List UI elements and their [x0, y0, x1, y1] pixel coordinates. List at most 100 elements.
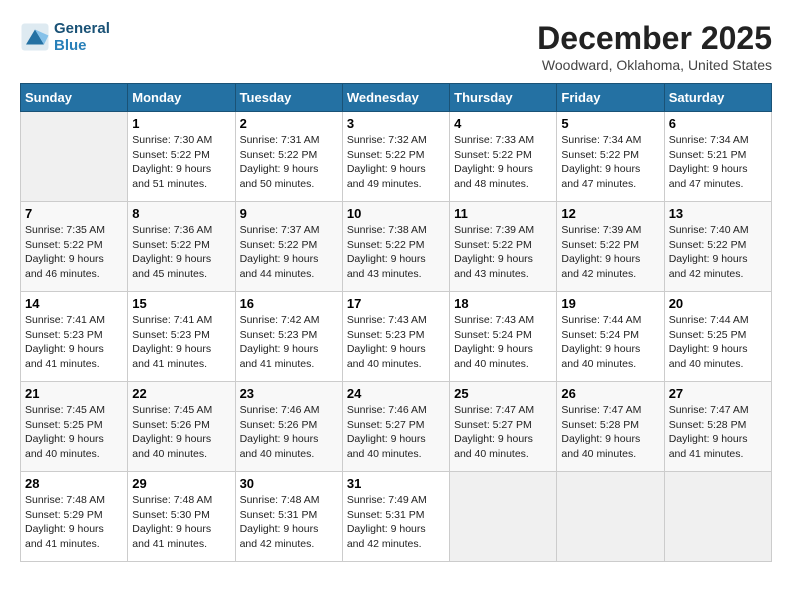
day-info: Sunrise: 7:48 AMSunset: 5:29 PMDaylight:…	[25, 493, 123, 552]
day-number: 2	[240, 116, 338, 131]
calendar-cell: 4Sunrise: 7:33 AMSunset: 5:22 PMDaylight…	[450, 112, 557, 202]
day-info: Sunrise: 7:40 AMSunset: 5:22 PMDaylight:…	[669, 223, 767, 282]
calendar-cell: 13Sunrise: 7:40 AMSunset: 5:22 PMDayligh…	[664, 202, 771, 292]
day-info: Sunrise: 7:48 AMSunset: 5:30 PMDaylight:…	[132, 493, 230, 552]
day-number: 23	[240, 386, 338, 401]
calendar-week-3: 14 Sunrise: 7:41 AMSunset: 5:23 PMDayligh…	[21, 292, 772, 382]
page-header: General Blue December 2025 Woodward, Okl…	[20, 20, 772, 73]
calendar-cell: 7 Sunrise: 7:35 AMSunset: 5:22 PMDaylight…	[21, 202, 128, 292]
day-info: Sunrise: 7:48 AMSunset: 5:31 PMDaylight:…	[240, 493, 338, 552]
day-info: Sunrise: 7:41 AMSunset: 5:23 PMDaylight:…	[25, 313, 123, 372]
month-title: December 2025	[537, 20, 772, 57]
day-info: Sunrise: 7:47 AMSunset: 5:28 PMDaylight:…	[561, 403, 659, 462]
day-number: 5	[561, 116, 659, 131]
calendar-cell: 18 Sunrise: 7:43 AMSunset: 5:24 PMDayligh…	[450, 292, 557, 382]
day-info: Sunrise: 7:44 AMSunset: 5:25 PMDaylight:…	[669, 313, 767, 372]
calendar-cell: 12Sunrise: 7:39 AMSunset: 5:22 PMDayligh…	[557, 202, 664, 292]
day-number: 27	[669, 386, 767, 401]
weekday-header-thursday: Thursday	[450, 84, 557, 112]
day-info: Sunrise: 7:34 AMSunset: 5:22 PMDaylight:…	[561, 133, 659, 192]
logo-line2: Blue	[54, 37, 110, 54]
day-info: Sunrise: 7:38 AMSunset: 5:22 PMDaylight:…	[347, 223, 445, 282]
day-info: Sunrise: 7:45 AMSunset: 5:25 PMDaylight:…	[25, 403, 123, 462]
calendar-cell: 19Sunrise: 7:44 AMSunset: 5:24 PMDayligh…	[557, 292, 664, 382]
weekday-header-row: SundayMondayTuesdayWednesdayThursdayFrid…	[21, 84, 772, 112]
day-number: 25	[454, 386, 552, 401]
calendar-cell: 3Sunrise: 7:32 AMSunset: 5:22 PMDaylight…	[342, 112, 449, 202]
day-number: 8	[132, 206, 230, 221]
day-number: 9	[240, 206, 338, 221]
weekday-header-friday: Friday	[557, 84, 664, 112]
title-block: December 2025 Woodward, Oklahoma, United…	[537, 20, 772, 73]
location: Woodward, Oklahoma, United States	[537, 57, 772, 73]
day-info: Sunrise: 7:39 AMSunset: 5:22 PMDaylight:…	[454, 223, 552, 282]
calendar-week-2: 7 Sunrise: 7:35 AMSunset: 5:22 PMDaylight…	[21, 202, 772, 292]
day-number: 6	[669, 116, 767, 131]
day-number: 26	[561, 386, 659, 401]
calendar-cell: 31Sunrise: 7:49 AMSunset: 5:31 PMDayligh…	[342, 472, 449, 562]
calendar-cell: 29 Sunrise: 7:48 AMSunset: 5:30 PMDayligh…	[128, 472, 235, 562]
calendar-cell	[664, 472, 771, 562]
day-number: 7	[25, 206, 123, 221]
day-number: 17	[347, 296, 445, 311]
day-number: 24	[347, 386, 445, 401]
calendar-cell: 25 Sunrise: 7:47 AMSunset: 5:27 PMDayligh…	[450, 382, 557, 472]
day-number: 30	[240, 476, 338, 491]
calendar-cell: 28 Sunrise: 7:48 AMSunset: 5:29 PMDayligh…	[21, 472, 128, 562]
day-info: Sunrise: 7:46 AMSunset: 5:27 PMDaylight:…	[347, 403, 445, 462]
day-number: 16	[240, 296, 338, 311]
day-number: 11	[454, 206, 552, 221]
calendar-cell: 30 Sunrise: 7:48 AMSunset: 5:31 PMDayligh…	[235, 472, 342, 562]
day-info: Sunrise: 7:47 AMSunset: 5:27 PMDaylight:…	[454, 403, 552, 462]
day-number: 19	[561, 296, 659, 311]
calendar-cell: 9 Sunrise: 7:37 AMSunset: 5:22 PMDaylight…	[235, 202, 342, 292]
day-info: Sunrise: 7:42 AMSunset: 5:23 PMDaylight:…	[240, 313, 338, 372]
day-info: Sunrise: 7:41 AMSunset: 5:23 PMDaylight:…	[132, 313, 230, 372]
logo: General Blue	[20, 20, 110, 54]
day-number: 29	[132, 476, 230, 491]
calendar-cell: 21 Sunrise: 7:45 AMSunset: 5:25 PMDayligh…	[21, 382, 128, 472]
day-number: 15	[132, 296, 230, 311]
calendar-cell: 20 Sunrise: 7:44 AMSunset: 5:25 PMDayligh…	[664, 292, 771, 382]
day-number: 12	[561, 206, 659, 221]
day-info: Sunrise: 7:47 AMSunset: 5:28 PMDaylight:…	[669, 403, 767, 462]
day-info: Sunrise: 7:35 AMSunset: 5:22 PMDaylight:…	[25, 223, 123, 282]
day-number: 1	[132, 116, 230, 131]
day-info: Sunrise: 7:34 AMSunset: 5:21 PMDaylight:…	[669, 133, 767, 192]
calendar-cell	[557, 472, 664, 562]
day-info: Sunrise: 7:43 AMSunset: 5:24 PMDaylight:…	[454, 313, 552, 372]
calendar-table: SundayMondayTuesdayWednesdayThursdayFrid…	[20, 83, 772, 562]
day-number: 20	[669, 296, 767, 311]
calendar-cell: 10 Sunrise: 7:38 AMSunset: 5:22 PMDayligh…	[342, 202, 449, 292]
calendar-cell: 8 Sunrise: 7:36 AMSunset: 5:22 PMDaylight…	[128, 202, 235, 292]
logo-icon	[20, 22, 50, 52]
day-info: Sunrise: 7:43 AMSunset: 5:23 PMDaylight:…	[347, 313, 445, 372]
day-info: Sunrise: 7:32 AMSunset: 5:22 PMDaylight:…	[347, 133, 445, 192]
calendar-cell: 22Sunrise: 7:45 AMSunset: 5:26 PMDayligh…	[128, 382, 235, 472]
calendar-cell: 26 Sunrise: 7:47 AMSunset: 5:28 PMDayligh…	[557, 382, 664, 472]
day-info: Sunrise: 7:46 AMSunset: 5:26 PMDaylight:…	[240, 403, 338, 462]
calendar-cell	[450, 472, 557, 562]
day-number: 14	[25, 296, 123, 311]
day-number: 28	[25, 476, 123, 491]
calendar-cell: 1Sunrise: 7:30 AMSunset: 5:22 PMDaylight…	[128, 112, 235, 202]
day-info: Sunrise: 7:31 AMSunset: 5:22 PMDaylight:…	[240, 133, 338, 192]
calendar-body: 1Sunrise: 7:30 AMSunset: 5:22 PMDaylight…	[21, 112, 772, 562]
calendar-cell: 14 Sunrise: 7:41 AMSunset: 5:23 PMDayligh…	[21, 292, 128, 382]
day-number: 18	[454, 296, 552, 311]
calendar-cell: 5 Sunrise: 7:34 AMSunset: 5:22 PMDaylight…	[557, 112, 664, 202]
calendar-cell	[21, 112, 128, 202]
weekday-header-tuesday: Tuesday	[235, 84, 342, 112]
logo-line1: General	[54, 20, 110, 37]
weekday-header-sunday: Sunday	[21, 84, 128, 112]
calendar-cell: 24 Sunrise: 7:46 AMSunset: 5:27 PMDayligh…	[342, 382, 449, 472]
day-number: 21	[25, 386, 123, 401]
calendar-week-1: 1Sunrise: 7:30 AMSunset: 5:22 PMDaylight…	[21, 112, 772, 202]
day-info: Sunrise: 7:37 AMSunset: 5:22 PMDaylight:…	[240, 223, 338, 282]
day-info: Sunrise: 7:45 AMSunset: 5:26 PMDaylight:…	[132, 403, 230, 462]
calendar-cell: 6 Sunrise: 7:34 AMSunset: 5:21 PMDaylight…	[664, 112, 771, 202]
day-number: 10	[347, 206, 445, 221]
day-info: Sunrise: 7:36 AMSunset: 5:22 PMDaylight:…	[132, 223, 230, 282]
calendar-cell: 2 Sunrise: 7:31 AMSunset: 5:22 PMDaylight…	[235, 112, 342, 202]
calendar-cell: 15 Sunrise: 7:41 AMSunset: 5:23 PMDayligh…	[128, 292, 235, 382]
